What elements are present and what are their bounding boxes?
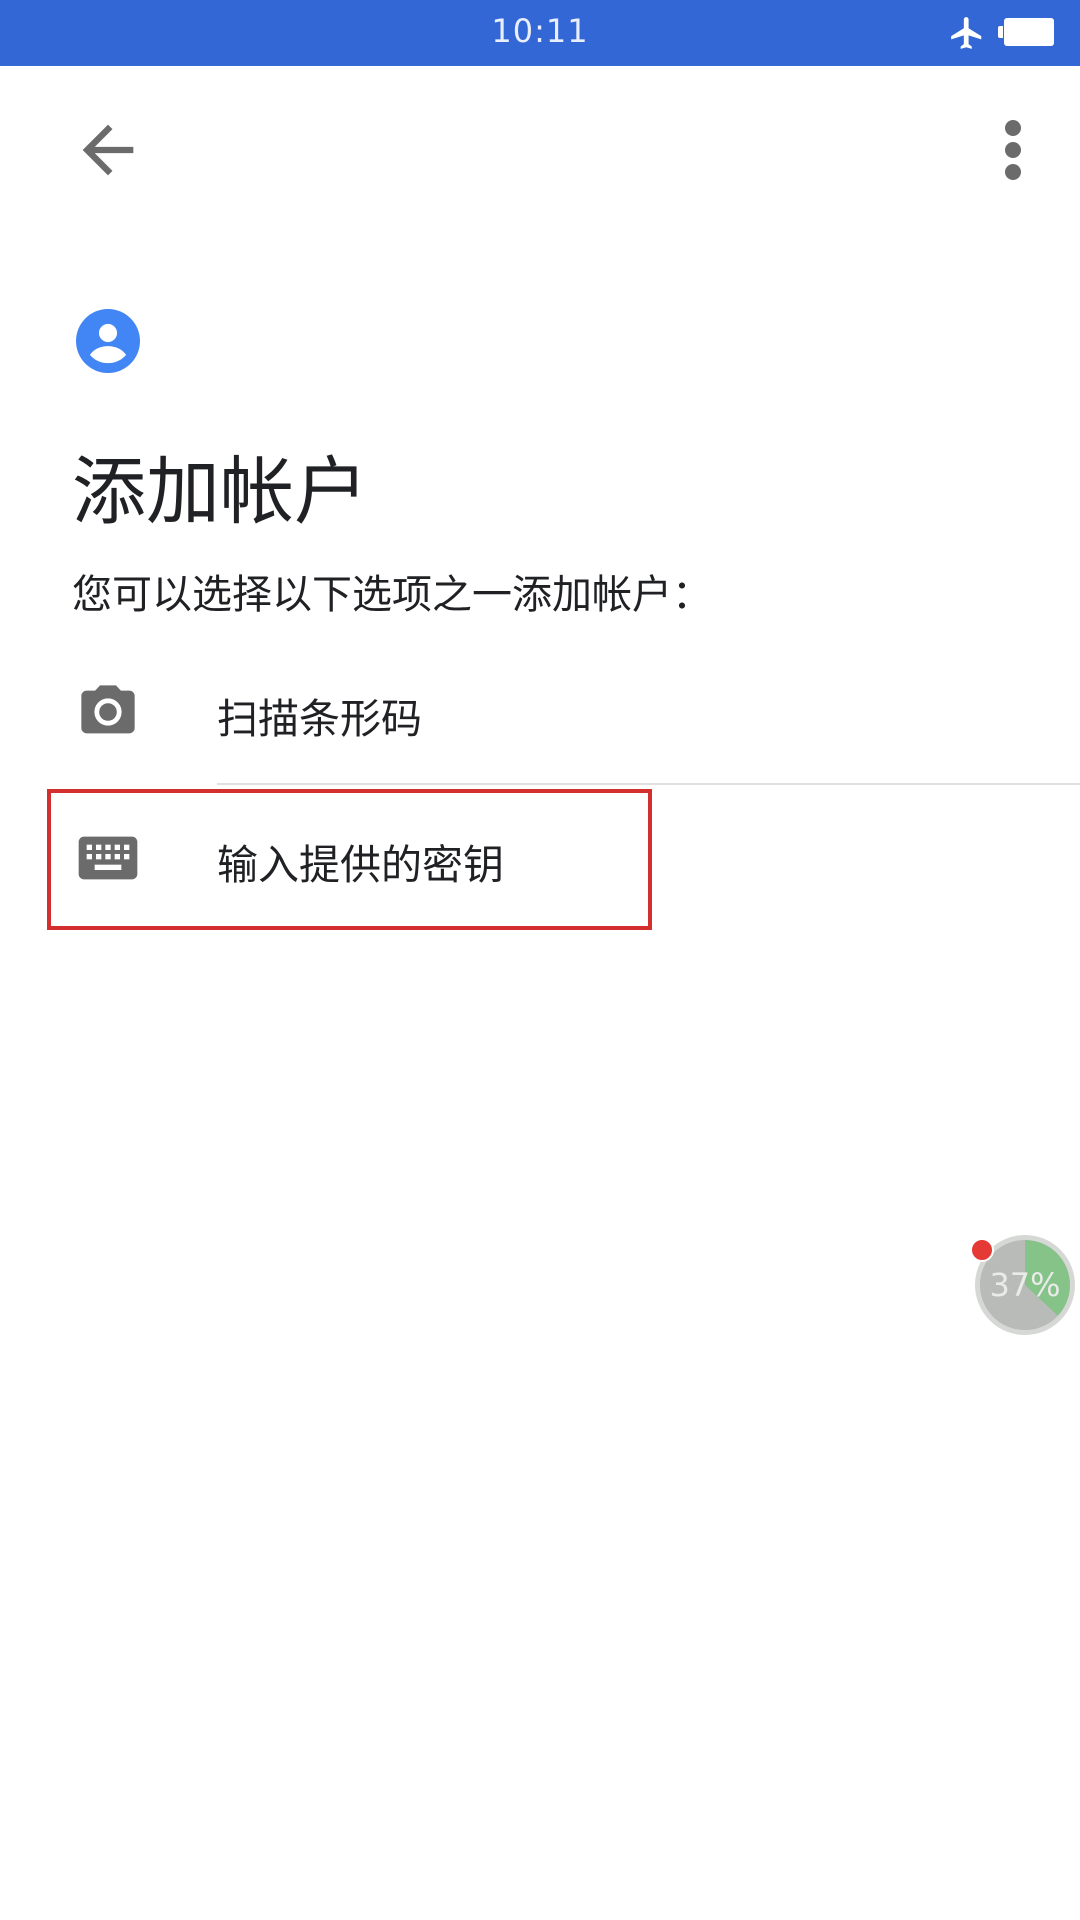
status-bar: 10:11 [0, 0, 1080, 66]
notification-dot [970, 1238, 994, 1262]
scan-barcode-option[interactable]: 扫描条形码 [0, 640, 1080, 786]
back-button[interactable] [70, 110, 146, 190]
camera-icon [81, 685, 135, 734]
more-vert-icon [1005, 120, 1021, 180]
page-title: 添加帐户 [72, 449, 368, 535]
keyboard-icon [78, 836, 138, 880]
account-circle-icon [76, 309, 140, 373]
enter-key-label: 输入提供的密钥 [217, 841, 504, 889]
status-time: 10:11 [491, 12, 589, 50]
scan-barcode-label: 扫描条形码 [217, 695, 422, 743]
battery-icon [998, 18, 1054, 46]
airplane-mode-icon [951, 17, 982, 49]
more-options-button[interactable] [990, 110, 1036, 190]
enter-key-option[interactable]: 输入提供的密钥 [0, 786, 1080, 932]
divider [217, 783, 1080, 785]
page-subtitle: 您可以选择以下选项之一添加帐户： [72, 572, 712, 618]
arrow-back-icon [82, 124, 134, 176]
progress-value: 37% [989, 1266, 1061, 1304]
